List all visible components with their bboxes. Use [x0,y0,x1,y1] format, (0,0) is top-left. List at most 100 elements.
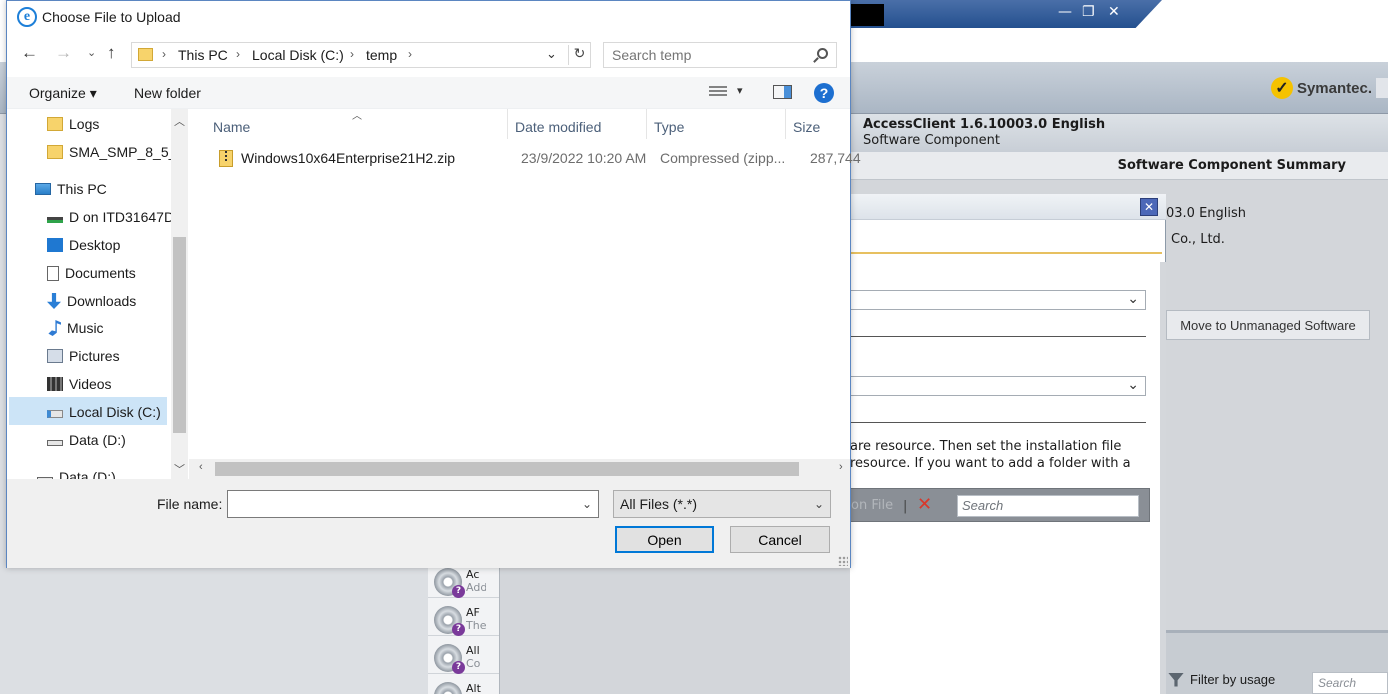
address-bar[interactable]: › This PC › Local Disk (C:) › temp › ⌄ ↻ [131,42,591,68]
dropdown-1[interactable]: ⌄ [850,290,1146,310]
up-arrow-icon[interactable]: ↑ [107,43,116,63]
chevron-right-icon[interactable]: › [408,47,412,61]
tree-item-data-d[interactable]: Data (D:) [47,427,189,453]
new-folder-button[interactable]: New folder [134,85,201,101]
search-box[interactable] [603,42,837,68]
list-item[interactable]: AFThe [428,598,499,636]
list-item-title: AF [466,606,480,619]
column-separator[interactable] [646,109,647,139]
pc-icon [35,183,51,195]
tree-item-label: Downloads [67,293,137,309]
recent-locations-icon[interactable]: ⌄ [87,46,96,59]
folder-icon [47,117,63,131]
delete-icon[interactable]: ✕ [917,494,932,515]
software-cd-icon [434,568,465,598]
chevron-right-icon[interactable]: › [236,47,240,61]
dialog-titlebar[interactable]: e Choose File to Upload [7,1,850,33]
close-icon[interactable]: ✕ [1140,198,1158,216]
divider [850,336,1146,337]
tree-item-network-drive[interactable]: D on ITD31647DI [47,204,189,230]
organize-button[interactable]: Organize ▾ [29,85,97,102]
refresh-icon[interactable]: ↻ [568,45,590,65]
forward-arrow-icon[interactable]: → [55,43,72,63]
sort-ascending-icon: ︿ [352,111,362,122]
tree-item-label: Videos [69,376,112,392]
breadcrumb-local-disk[interactable]: Local Disk (C:) [252,47,344,63]
table-row[interactable]: Windows10x64Enterprise21H2.zip 23/9/2022… [211,147,861,169]
column-header-date-modified[interactable]: Date modified [515,119,601,135]
music-icon [48,320,61,336]
tree-item-documents[interactable]: Documents [47,260,189,286]
file-name-combobox[interactable]: ⌄ [227,490,599,518]
chevron-right-icon[interactable]: › [350,47,354,61]
file-type-cell: Compressed (zipp... [660,150,786,166]
column-separator[interactable] [507,109,508,139]
tree-item-this-pc[interactable]: This PC [35,176,189,202]
tree-item-sma-smp[interactable]: SMA_SMP_8_5_P [47,139,189,165]
breadcrumb-temp[interactable]: temp [366,47,397,63]
software-cd-icon [434,682,462,694]
open-button[interactable]: Open [615,526,714,553]
files-search-input[interactable]: Search [957,495,1139,517]
chevron-down-icon[interactable]: ⌄ [546,46,557,62]
list-item[interactable]: Alt [428,674,499,694]
tree-item-label: Documents [65,265,136,281]
scroll-right-icon[interactable]: › [839,461,843,473]
close-icon[interactable]: ✕ [1108,4,1120,20]
component-subtitle: Software Component [863,133,1000,148]
tree-item-data-d-2[interactable]: Data (D:) [37,464,189,479]
scroll-thumb[interactable] [173,237,186,433]
file-name-input[interactable] [232,495,572,511]
horizontal-scrollbar[interactable]: ‹ › [189,459,850,479]
description-line-1: are resource. Then set the installation … [850,439,1122,454]
column-header-size[interactable]: Size [793,119,820,135]
bottom-search-input[interactable]: Search [1312,672,1388,694]
column-header-type[interactable]: Type [654,119,684,135]
resize-grip-icon[interactable] [838,556,848,566]
chevron-down-icon[interactable]: ⌄ [582,497,592,511]
tree-item-music[interactable]: Music [47,315,189,341]
component-title: AccessClient 1.6.10003.0 English [863,117,1106,132]
chevron-right-icon[interactable]: › [162,47,166,61]
scroll-up-icon[interactable]: ︿ [174,113,185,129]
filter-by-usage-button[interactable]: Filter by usage [1168,672,1275,687]
column-header-name[interactable]: Name [213,119,250,135]
file-type-select[interactable]: All Files (*.*) ⌄ [613,490,831,518]
column-separator[interactable] [785,109,786,139]
downloads-icon [47,293,61,309]
scroll-down-icon[interactable]: ﹀ [174,461,185,477]
breadcrumb-this-pc[interactable]: This PC [178,47,228,63]
move-to-unmanaged-button[interactable]: Move to Unmanaged Software [1166,310,1370,340]
tree-item-downloads[interactable]: Downloads [47,288,189,314]
help-icon[interactable]: ? [814,83,834,103]
preview-pane-icon[interactable] [773,85,792,99]
back-arrow-icon[interactable]: ← [21,43,38,63]
list-item[interactable]: AllCo [428,636,499,674]
search-icon[interactable] [817,48,828,59]
view-options-dropdown-icon[interactable]: ▾ [737,84,743,97]
dropdown-2[interactable]: ⌄ [850,376,1146,396]
tree-item-logs[interactable]: Logs [47,111,189,137]
tree-item-pictures[interactable]: Pictures [47,343,189,369]
organize-label: Organize [29,85,86,101]
tree-item-label: D on ITD31647DI [69,209,178,225]
dropdown-arrow-icon: ▾ [89,85,97,101]
restore-icon[interactable]: ❐ [1082,4,1095,20]
dialog-title: Choose File to Upload [42,9,181,25]
tree-item-videos[interactable]: Videos [47,371,189,397]
scroll-left-icon[interactable]: ‹ [199,461,203,473]
folder-icon [138,48,153,61]
summary-header: Software Component Summary [1117,158,1346,173]
minimize-icon[interactable]: — [1058,4,1072,20]
cancel-button[interactable]: Cancel [730,526,830,553]
component-company-text: Co., Ltd. [1171,232,1225,247]
toolbar-action-label[interactable]: on File [851,498,893,513]
search-input[interactable] [612,47,802,63]
tree-item-local-disk[interactable]: Local Disk (C:) [47,399,189,425]
software-package-icon [434,606,465,636]
tree-item-desktop[interactable]: Desktop [47,232,189,258]
navigation-scrollbar[interactable]: ︿ ﹀ [171,109,188,479]
scroll-thumb[interactable] [215,462,799,476]
tree-item-label: Data (D:) [59,469,116,479]
change-view-icon[interactable] [709,86,727,98]
